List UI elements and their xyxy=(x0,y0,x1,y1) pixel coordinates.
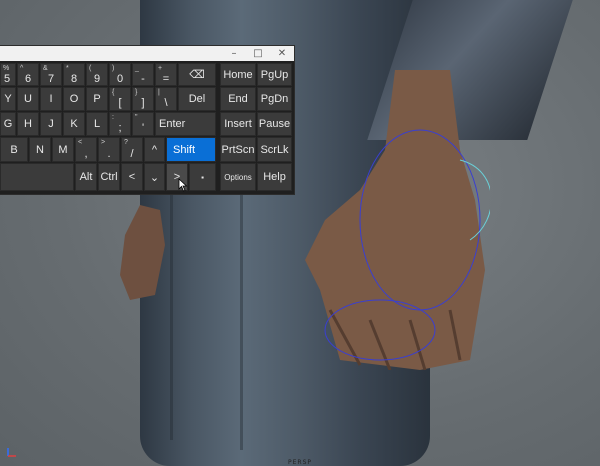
key-semicolon[interactable]: :; xyxy=(109,112,131,136)
key-5[interactable]: % 5 xyxy=(0,63,16,86)
alt-key[interactable]: Alt xyxy=(75,163,97,191)
key-u[interactable]: U xyxy=(17,87,39,111)
scrlk-key[interactable]: ScrLk xyxy=(257,137,292,162)
key-slash[interactable]: ? / xyxy=(121,137,143,162)
on-screen-keyboard: – □ ✕ % 5 ^ 6 & 7 * 8 (9 ) 0 _ - + = ⌫ Y U I O … xyxy=(0,46,294,194)
backspace-key[interactable]: ⌫ xyxy=(178,63,216,86)
prtscn-key[interactable]: PrtScn xyxy=(220,137,256,162)
axis-gizmo-icon xyxy=(7,448,16,457)
key-8[interactable]: * 8 xyxy=(63,63,85,86)
key-quote[interactable]: " ' xyxy=(132,112,154,136)
down-arrow-key[interactable]: ⌄ xyxy=(144,163,165,191)
key-o[interactable]: O xyxy=(63,87,85,111)
key-l[interactable]: L xyxy=(86,112,108,136)
key-6[interactable]: ^ 6 xyxy=(17,63,39,86)
insert-key[interactable]: Insert xyxy=(220,112,256,136)
minimize-button[interactable]: – xyxy=(222,46,246,61)
key-equals[interactable]: + = xyxy=(155,63,177,86)
key-backslash[interactable]: | \ xyxy=(155,87,177,111)
ctrl-key[interactable]: Ctrl xyxy=(98,163,120,191)
end-key[interactable]: End xyxy=(220,87,256,111)
keyboard-menu-icon[interactable]: ▪ xyxy=(189,163,216,191)
keyboard-titlebar[interactable]: – □ ✕ xyxy=(0,46,294,61)
mouse-cursor-icon xyxy=(178,178,188,192)
key-close-bracket[interactable]: }] xyxy=(132,87,154,111)
key-period[interactable]: >. xyxy=(98,137,120,162)
key-open-bracket[interactable]: {[ xyxy=(109,87,131,111)
home-key[interactable]: Home xyxy=(220,63,256,86)
options-key[interactable]: Options xyxy=(220,163,256,191)
key-comma[interactable]: <, xyxy=(75,137,97,162)
pause-key[interactable]: Pause xyxy=(257,112,292,136)
key-minus[interactable]: _ - xyxy=(132,63,154,86)
key-h[interactable]: H xyxy=(17,112,39,136)
enter-key[interactable]: Enter xyxy=(155,112,216,136)
key-g[interactable]: G xyxy=(0,112,16,136)
shift-key[interactable]: Shift xyxy=(166,137,216,162)
close-button[interactable]: ✕ xyxy=(270,46,294,61)
key-0[interactable]: ) 0 xyxy=(109,63,131,86)
left-arrow-key[interactable]: < xyxy=(121,163,143,191)
key-k[interactable]: K xyxy=(63,112,85,136)
key-9[interactable]: (9 xyxy=(86,63,108,86)
character-left-hand xyxy=(120,205,165,300)
key-n[interactable]: N xyxy=(29,137,51,162)
key-j[interactable]: J xyxy=(40,112,62,136)
key-m[interactable]: M xyxy=(52,137,74,162)
delete-key[interactable]: Del xyxy=(178,87,216,111)
key-p[interactable]: P xyxy=(86,87,108,111)
key-7[interactable]: & 7 xyxy=(40,63,62,86)
maximize-button[interactable]: □ xyxy=(246,46,270,61)
key-i[interactable]: I xyxy=(40,87,62,111)
key-y[interactable]: Y xyxy=(0,87,16,111)
help-key[interactable]: Help xyxy=(257,163,292,191)
pgdn-key[interactable]: PgDn xyxy=(257,87,292,111)
spacebar-key[interactable] xyxy=(0,163,74,191)
viewport-camera-label: PERSP xyxy=(288,459,313,466)
character-right-hand xyxy=(305,70,490,370)
pgup-key[interactable]: PgUp xyxy=(257,63,292,86)
key-b[interactable]: B xyxy=(0,137,28,162)
up-arrow-key[interactable]: ^ xyxy=(144,137,165,162)
